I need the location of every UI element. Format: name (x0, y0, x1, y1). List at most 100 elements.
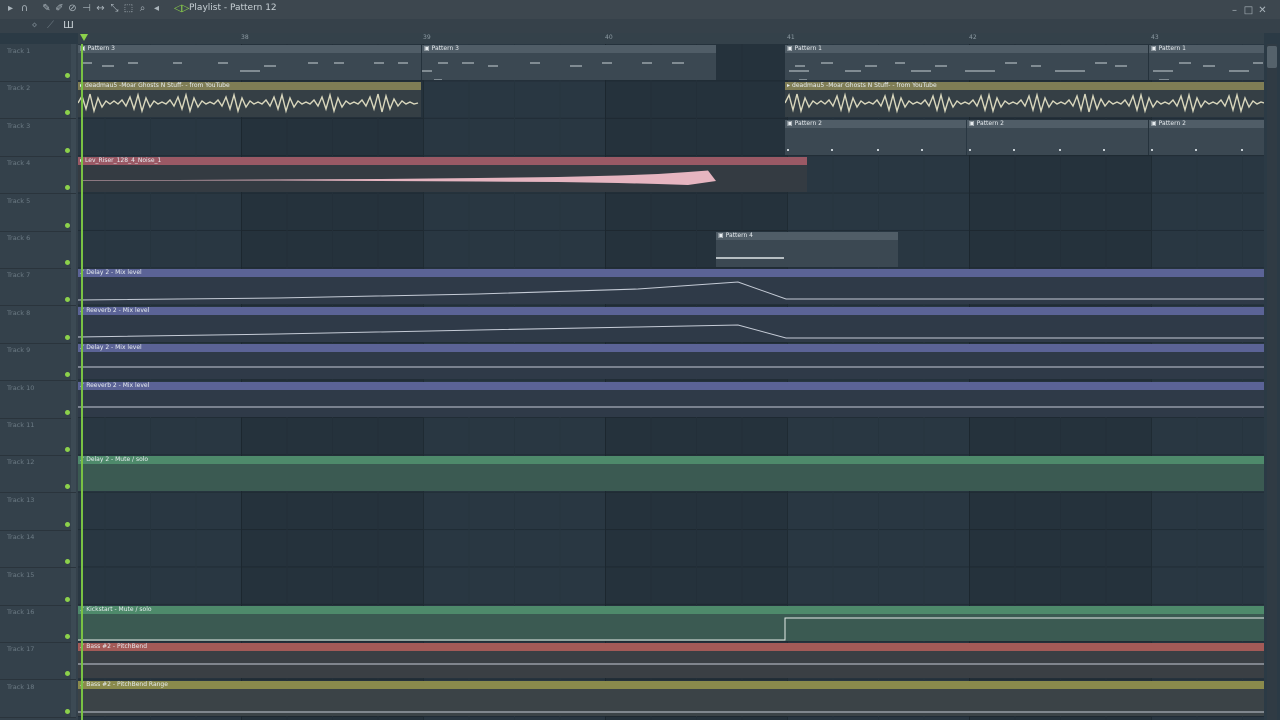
piano-icon[interactable]: Ш (62, 19, 75, 33)
track-header[interactable]: Track 11 (0, 418, 76, 456)
minimize-icon[interactable]: – (1228, 4, 1241, 18)
track-enable-icon[interactable] (65, 260, 70, 265)
track-grip[interactable] (71, 343, 76, 381)
audio-clip[interactable]: ▸deadmau5 -Moar Ghosts N Stuff- - from Y… (785, 82, 1264, 118)
zoom-icon[interactable]: ⌕ (136, 2, 149, 16)
snap-icon[interactable]: ⋄ (28, 19, 41, 33)
pattern-clip[interactable]: ▣ Pattern 1 (785, 45, 1148, 80)
pattern-clip[interactable]: ▣Pattern 3 (78, 45, 421, 80)
track-grip[interactable] (71, 418, 76, 455)
track-enable-icon[interactable] (65, 521, 70, 527)
track-header[interactable]: Track 5 (0, 193, 76, 232)
pencil-icon[interactable]: ✎ (40, 2, 53, 16)
pattern-clip[interactable]: ▣ Pattern 2 (785, 119, 966, 155)
automation-clip[interactable]: ⟋Delay 2 - Mute / solo (78, 456, 1264, 492)
zoom-slider-icon[interactable]: ⟋ (44, 19, 57, 33)
track-grip[interactable] (71, 455, 76, 493)
audio-clip[interactable]: ▸deadmau5 -Moar Ghosts N Stuff- - from Y… (78, 82, 421, 118)
vertical-scrollbar[interactable] (1267, 44, 1277, 720)
track-grip[interactable] (71, 305, 76, 343)
track-enable-icon[interactable] (65, 447, 70, 452)
audio-clip[interactable]: ▸Lev_Riser_128_4_Noise_1 (78, 157, 807, 193)
track-enable-icon[interactable] (65, 634, 70, 639)
track-header[interactable]: Track 9 (0, 343, 76, 382)
track-grip[interactable] (71, 193, 76, 231)
track-enable-icon[interactable] (65, 372, 70, 378)
automation-clip[interactable]: ⟋Bass #2 - PitchBend (78, 643, 1264, 679)
pattern-notes (787, 148, 923, 151)
pattern-clip[interactable]: ▣Pattern 3 (422, 45, 716, 80)
track-enable-icon[interactable] (65, 73, 70, 78)
delete-icon[interactable]: ⊘ (66, 2, 79, 16)
slip-icon[interactable]: ↔ (94, 2, 107, 16)
track-header[interactable]: Track 15 (0, 567, 76, 606)
track-grip[interactable] (71, 231, 76, 268)
track-grip[interactable] (71, 44, 76, 81)
track-enable-icon[interactable] (65, 185, 70, 191)
track-header[interactable]: Track 18 (0, 679, 76, 718)
automation-clip[interactable]: ⟋Reeverb 2 - Mix level (78, 381, 1264, 417)
track-name: Track 12 (7, 458, 35, 467)
track-header[interactable]: Track 4 (0, 156, 76, 195)
magnet-icon[interactable]: ∩ (18, 2, 31, 16)
select-icon[interactable]: ⬚ (122, 2, 135, 16)
track-header[interactable]: Track 8 (0, 305, 76, 344)
track-enable-icon[interactable] (65, 708, 70, 714)
track-grip[interactable] (71, 642, 76, 680)
pattern-clip[interactable]: ▣ Pattern 2 (967, 119, 1148, 155)
track-header[interactable]: Track 14 (0, 530, 76, 569)
play-arrow-icon[interactable]: ▸ (4, 2, 17, 16)
brush-icon[interactable]: ✐ (53, 2, 66, 16)
pattern-clip[interactable]: ▣ Pattern 2 (1149, 119, 1264, 155)
track-header[interactable]: Track 16 (0, 605, 76, 643)
track-enable-icon[interactable] (65, 147, 70, 153)
close-icon[interactable]: ✕ (1256, 4, 1269, 18)
speaker-icon[interactable]: ◂ (150, 2, 163, 16)
track-enable-icon[interactable] (65, 596, 70, 602)
track-grip[interactable] (71, 492, 76, 530)
track-enable-icon[interactable] (65, 559, 70, 565)
pattern-clip[interactable]: ▣ Pattern 1 (1149, 45, 1264, 80)
track-header[interactable]: Track 17 (0, 642, 76, 681)
maximize-icon[interactable]: □ (1242, 4, 1255, 18)
pattern-notes (422, 62, 684, 80)
automation-clip[interactable]: ⟋Kickstart - Mute / solo (78, 606, 1264, 641)
track-enable-icon[interactable] (65, 671, 70, 677)
track-enable-icon[interactable] (65, 222, 70, 228)
track-enable-icon[interactable] (65, 484, 70, 490)
track-header[interactable]: Track 12 (0, 455, 76, 494)
track-header[interactable]: Track 6 (0, 231, 76, 269)
vertical-scroll-thumb[interactable] (1267, 46, 1277, 68)
track-grip[interactable] (71, 530, 76, 568)
track-header[interactable]: Track 7 (0, 268, 76, 307)
track-enable-icon[interactable] (65, 409, 70, 415)
track-grip[interactable] (71, 605, 76, 642)
automation-clip[interactable]: ⟋Delay 2 - Mix level (78, 269, 1264, 305)
playhead-marker-icon[interactable] (80, 34, 88, 41)
mute-icon[interactable]: ⊣ (80, 2, 93, 16)
slice-icon[interactable]: ⤡ (108, 2, 121, 16)
track-grip[interactable] (71, 118, 76, 156)
track-grip[interactable] (71, 268, 76, 306)
track-grip[interactable] (71, 380, 76, 418)
pattern-clip[interactable]: ▣ Pattern 4 (716, 232, 898, 267)
track-header[interactable]: Track 13 (0, 492, 76, 531)
track-header[interactable]: Track 2 (0, 81, 76, 120)
track-grip[interactable] (71, 81, 76, 119)
track-header[interactable]: Track 10 (0, 380, 76, 419)
automation-clip[interactable]: ⟋Reeverb 2 - Mix level (78, 306, 1264, 342)
track-header[interactable]: Track 1 (0, 44, 76, 82)
pattern-notes (1151, 148, 1243, 151)
track-enable-icon[interactable] (65, 110, 70, 116)
automation-clip[interactable]: ⟋Bass #2 - PitchBend Range (78, 680, 1264, 716)
track-header[interactable]: Track 3 (0, 118, 76, 157)
playlist-grid[interactable]: ▣Pattern 3 ▣Pattern 3 ▣Pattern 1 ▣Patter… (78, 44, 1264, 720)
track-grip[interactable] (71, 156, 76, 194)
track-enable-icon[interactable] (65, 334, 70, 340)
track-grip[interactable] (71, 679, 76, 717)
playhead-line[interactable] (81, 44, 83, 720)
automation-clip[interactable]: ⟋Delay 2 - Mix level (78, 344, 1264, 380)
pattern-play-icon[interactable]: ◁▷ (174, 2, 189, 16)
track-grip[interactable] (71, 567, 76, 605)
track-enable-icon[interactable] (65, 297, 70, 303)
